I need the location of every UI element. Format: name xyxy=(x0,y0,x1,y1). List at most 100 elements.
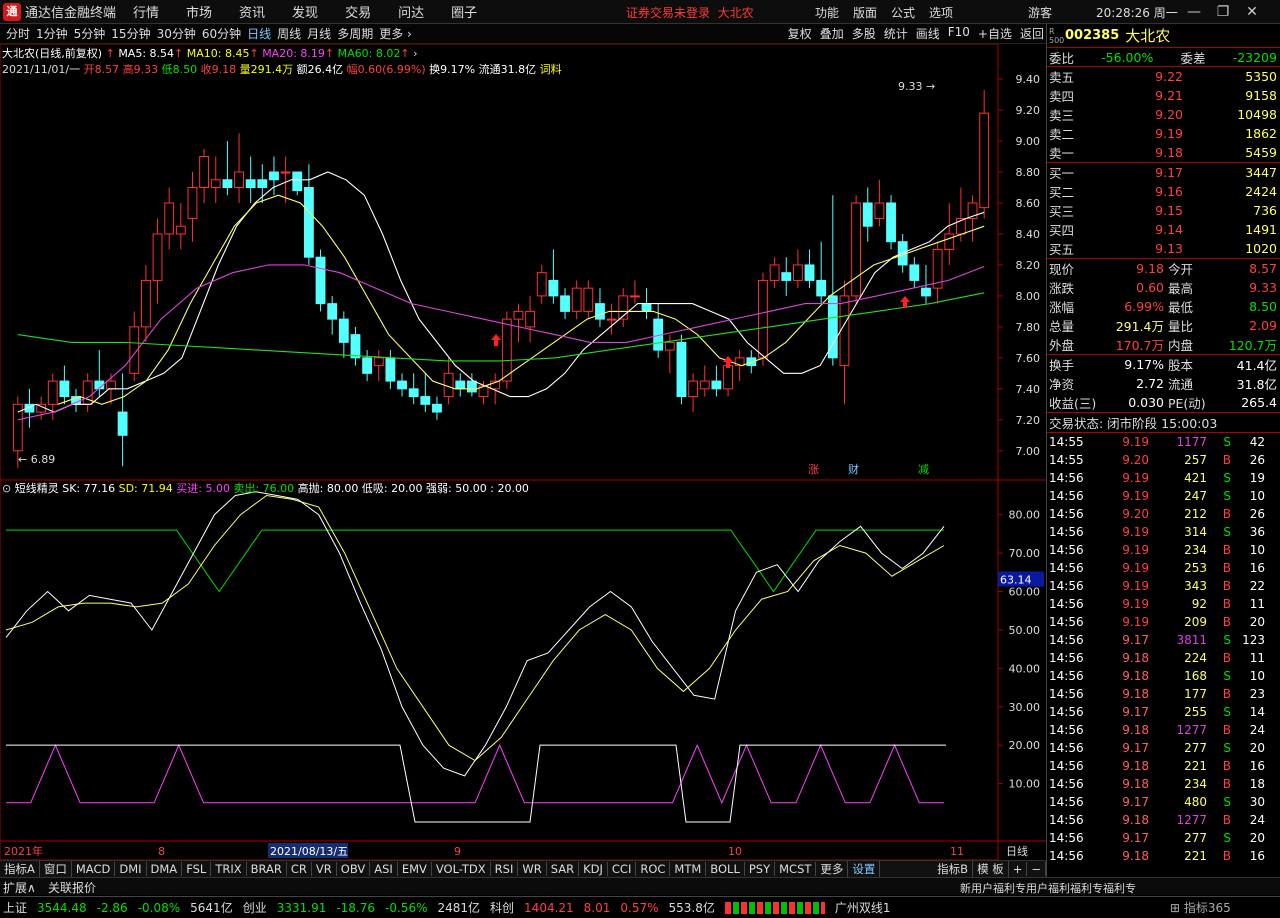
candle[interactable] xyxy=(175,225,186,235)
period-tab-10[interactable]: 更多 › xyxy=(379,27,412,41)
indicator-tab-3[interactable]: DMI xyxy=(115,862,147,876)
candle[interactable] xyxy=(350,334,361,359)
related-quote-tab[interactable]: 关联报价 xyxy=(48,879,96,896)
book-row[interactable]: 卖三 9.20 10498 xyxy=(1047,105,1280,124)
candle[interactable] xyxy=(397,380,407,390)
menu-5[interactable]: 问达 xyxy=(398,2,424,21)
candle[interactable] xyxy=(688,380,699,398)
kc-index-label[interactable]: 科创 xyxy=(490,899,514,916)
book-row[interactable]: 卖一 9.18 5459 xyxy=(1047,143,1280,162)
candle[interactable] xyxy=(851,202,862,297)
candle[interactable] xyxy=(164,202,175,235)
indicator-tab-15[interactable]: WR xyxy=(518,862,547,876)
indicator-tab-23[interactable]: MCST xyxy=(775,862,817,876)
candle[interactable] xyxy=(315,256,326,305)
book-row[interactable]: 买三 9.15 736 xyxy=(1047,201,1280,220)
indicator-tab-26[interactable]: 指标B xyxy=(933,861,974,877)
indicator-tab-17[interactable]: KDJ xyxy=(579,862,608,876)
indicator-tab-24[interactable]: 更多 xyxy=(816,861,849,877)
close-icon[interactable]: ✕ xyxy=(1242,2,1262,22)
candle[interactable] xyxy=(723,365,733,390)
candle[interactable] xyxy=(501,318,512,382)
period-tab-8[interactable]: 月线 xyxy=(307,27,331,41)
candle[interactable] xyxy=(292,171,303,192)
indicator-tab-0[interactable]: 指标A xyxy=(0,861,40,877)
indicator-tab-25[interactable]: 设置 xyxy=(848,861,881,877)
book-row[interactable]: 买一 9.17 3447 xyxy=(1047,163,1280,182)
tool-button-4[interactable]: 画线 xyxy=(916,25,940,42)
tick-list[interactable]: 14:55 9.19 1177 S 42 14:55 9.20 257 B 26 14:56 9.19… xyxy=(1047,433,1280,865)
candle[interactable] xyxy=(338,318,349,343)
candle[interactable] xyxy=(513,310,524,320)
candle[interactable] xyxy=(327,303,338,320)
period-tab-5[interactable]: 60分钟 xyxy=(202,27,241,41)
news-marquee[interactable]: 新用户福利专用户福利福利专福利专 xyxy=(960,880,1175,896)
title-menu-3[interactable]: 选项 xyxy=(929,4,953,21)
candle[interactable] xyxy=(979,112,990,209)
period-tab-4[interactable]: 30分钟 xyxy=(157,27,196,41)
tool-button-6[interactable]: +自选 xyxy=(978,25,1012,42)
indicator-tab-14[interactable]: RSI xyxy=(491,862,519,876)
candle[interactable] xyxy=(385,357,396,382)
book-row[interactable]: 卖二 9.19 1862 xyxy=(1047,124,1280,143)
book-row[interactable]: 买五 9.13 1020 xyxy=(1047,239,1280,258)
indicator-tab-1[interactable]: 窗口 xyxy=(40,861,72,877)
menu-1[interactable]: 市场 xyxy=(186,2,212,21)
period-tab-2[interactable]: 5分钟 xyxy=(74,27,106,41)
candle[interactable] xyxy=(210,179,221,189)
book-row[interactable]: 买四 9.14 1491 xyxy=(1047,220,1280,239)
period-tab-9[interactable]: 多周期 xyxy=(337,27,373,41)
candle[interactable] xyxy=(560,295,570,312)
menu-6[interactable]: 圈子 xyxy=(451,2,477,21)
kline-chart[interactable]: 7.00 7.20 7.40 7.60 7.80 8.00 8.20 8.40 8.60 8.80… xyxy=(0,44,1046,860)
candle[interactable] xyxy=(303,187,314,258)
period-tab-6[interactable]: 日线 xyxy=(247,27,271,41)
candle[interactable] xyxy=(234,171,244,189)
indicator-tab-27[interactable]: 模 板 xyxy=(973,861,1009,877)
candle[interactable] xyxy=(187,187,198,219)
title-menu-0[interactable]: 功能 xyxy=(815,4,839,21)
indicator-tab-10[interactable]: OBV xyxy=(337,862,371,876)
menu-4[interactable]: 交易 xyxy=(345,2,371,21)
candle[interactable] xyxy=(839,295,850,367)
candle[interactable] xyxy=(257,179,268,189)
candle[interactable] xyxy=(699,380,710,390)
indicator-tab-18[interactable]: CCI xyxy=(608,862,637,876)
candle[interactable] xyxy=(373,357,384,367)
indicator-tab-19[interactable]: ROC xyxy=(636,862,671,876)
indicator-tab-7[interactable]: BRAR xyxy=(247,862,287,876)
menu-3[interactable]: 发现 xyxy=(292,2,318,21)
candle[interactable] xyxy=(862,202,873,227)
candle[interactable] xyxy=(641,303,652,312)
candle[interactable] xyxy=(199,156,210,189)
period-tab-3[interactable]: 15分钟 xyxy=(111,27,150,41)
tool-button-3[interactable]: 统计 xyxy=(884,25,908,42)
tool-button-0[interactable]: 复权 xyxy=(788,25,812,42)
period-tab-7[interactable]: 周线 xyxy=(277,27,301,41)
candle[interactable] xyxy=(432,403,442,413)
cy-index-label[interactable]: 创业 xyxy=(243,899,267,916)
tool-button-1[interactable]: 叠加 xyxy=(820,25,844,42)
candle[interactable] xyxy=(536,272,547,297)
candle[interactable] xyxy=(47,380,58,405)
candle[interactable] xyxy=(420,396,431,405)
server-line[interactable]: 广州双线1 xyxy=(835,899,891,916)
candle[interactable] xyxy=(606,318,617,321)
candle[interactable] xyxy=(583,287,594,312)
candle[interactable] xyxy=(280,171,291,174)
tool-button-7[interactable]: 返回 xyxy=(1020,25,1044,42)
candle[interactable] xyxy=(455,380,466,390)
candle[interactable] xyxy=(769,264,780,281)
indicator-tab-11[interactable]: ASI xyxy=(370,862,398,876)
candle[interactable] xyxy=(269,171,279,181)
candle[interactable] xyxy=(245,179,256,189)
title-menu-1[interactable]: 版面 xyxy=(853,4,877,21)
candle[interactable] xyxy=(222,179,233,189)
candle[interactable] xyxy=(117,411,128,436)
indicator-tab-9[interactable]: VR xyxy=(312,862,337,876)
indicator-tab-6[interactable]: TRIX xyxy=(211,862,247,876)
candle[interactable] xyxy=(758,279,768,359)
menu-2[interactable]: 资讯 xyxy=(239,2,265,21)
candle[interactable] xyxy=(664,341,675,351)
expand-toggle[interactable]: 扩展∧ xyxy=(3,879,36,896)
